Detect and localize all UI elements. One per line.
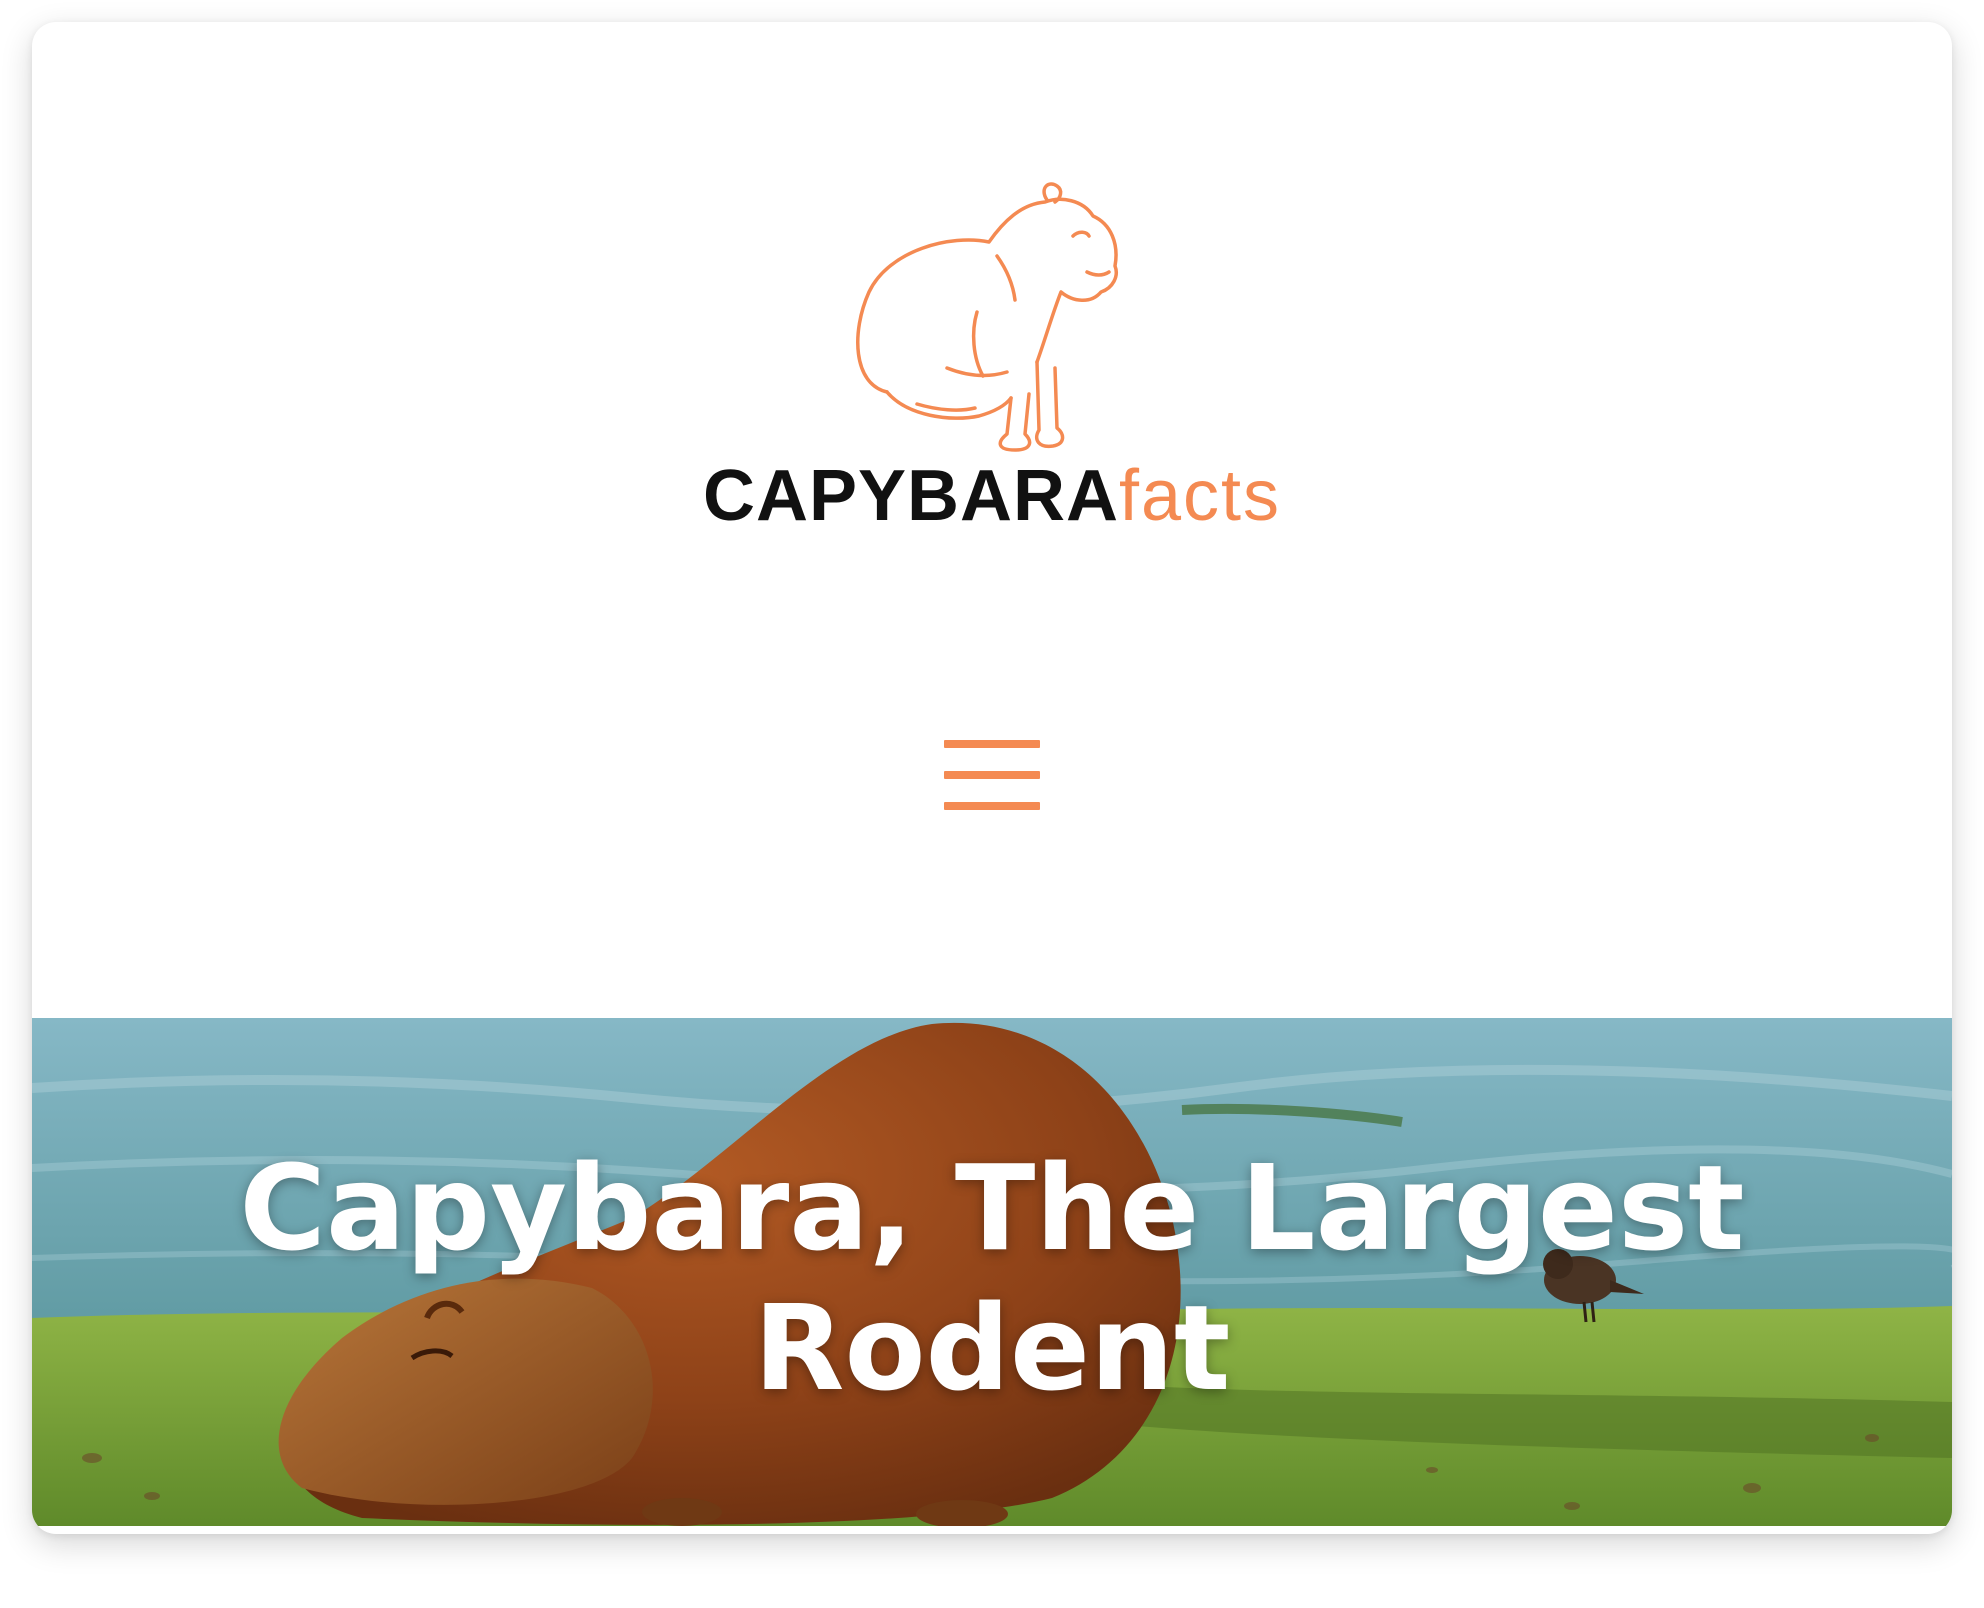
logo-word-facts: facts (1118, 456, 1282, 536)
logo-wordmark: CAPYBARAfacts (703, 460, 1281, 532)
menu-bar-top (944, 740, 1040, 748)
capybara-outline-icon (856, 182, 1118, 452)
logo-word-capybara: CAPYBARA (702, 456, 1119, 536)
hero-banner: Capybara, The Largest Rodent (32, 1018, 1952, 1526)
menu-bar-middle (944, 771, 1040, 779)
page-card: CAPYBARAfacts Capybara, The Largest Rode… (32, 22, 1952, 1534)
hamburger-menu-icon[interactable] (944, 740, 1040, 810)
site-logo[interactable]: CAPYBARAfacts (32, 172, 1952, 532)
menu-bar-bottom (944, 802, 1040, 810)
hero-title: Capybara, The Largest Rodent (239, 1139, 1745, 1417)
